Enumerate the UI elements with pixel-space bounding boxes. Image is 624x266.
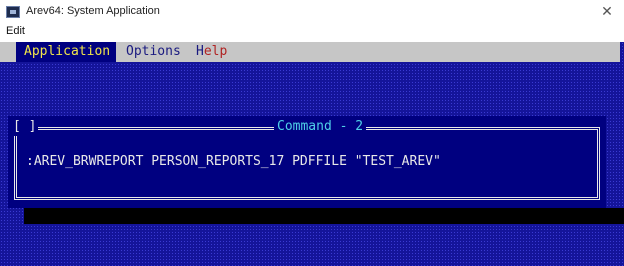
- command-input[interactable]: :AREV_BRWREPORT PERSON_REPORTS_17 PDFFIL…: [26, 154, 441, 169]
- dialog-shadow: [24, 208, 624, 224]
- menu-options-hotkey: O: [126, 44, 134, 59]
- menu-options[interactable]: Options: [126, 42, 181, 62]
- menu-help[interactable]: Help: [196, 42, 227, 62]
- menu-application-hotkey: A: [24, 44, 32, 59]
- menu-application-label: pplication: [31, 44, 111, 59]
- menu-help-label: elp: [203, 44, 228, 59]
- window-title: Arev64: System Application: [26, 5, 160, 17]
- menu-help-hotkey: H: [196, 44, 204, 59]
- window-menu-bar: Edit: [0, 24, 624, 40]
- command-dialog: [ ] Command - 2 :AREV_BRWREPORT PERSON_R…: [8, 116, 606, 208]
- app-icon: [6, 6, 20, 18]
- app-menu-bar: Application Options Help: [0, 42, 620, 62]
- menu-options-label: ptions: [133, 44, 181, 59]
- close-window-button[interactable]: ✕: [598, 3, 616, 21]
- dialog-title: Command - 2: [274, 118, 367, 136]
- dialog-close-button[interactable]: [ ]: [11, 118, 39, 136]
- menu-edit[interactable]: Edit: [6, 25, 25, 37]
- window-title-bar: Arev64: System Application ✕: [0, 0, 624, 24]
- menu-application[interactable]: Application: [16, 42, 116, 62]
